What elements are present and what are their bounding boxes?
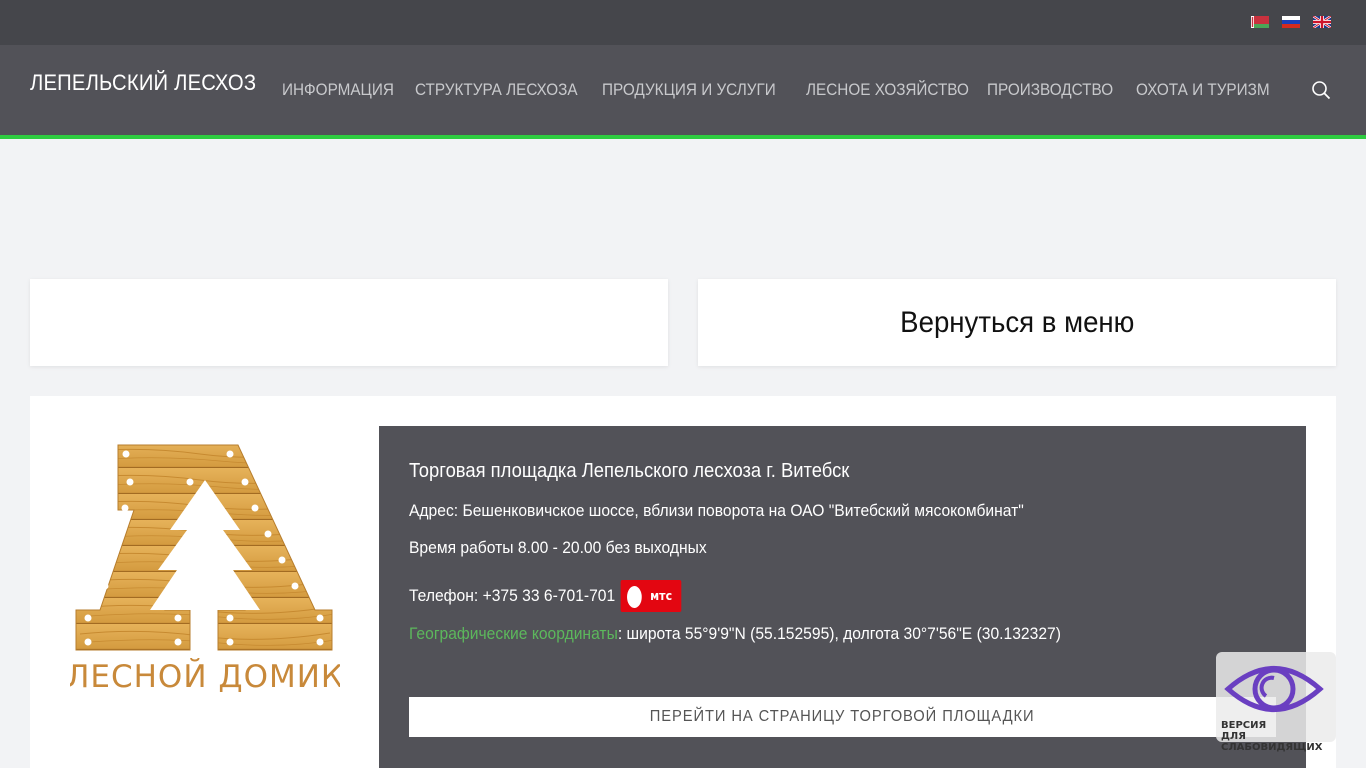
site-header: ЛЕПЕЛЬСКИЙ ЛЕСХОЗ ИНФОРМАЦИЯ СТРУКТУРА Л… (0, 45, 1366, 139)
nav-item-information[interactable]: ИНФОРМАЦИЯ (282, 80, 394, 100)
coordinates-text: : широта 55°9'9"N (55.152595), долгота 3… (617, 624, 1061, 643)
accessibility-label-line2: ДЛЯ СЛАБОВИДЯЩИХ (1221, 731, 1323, 753)
mts-logo: мтс (620, 580, 682, 612)
empty-card (30, 279, 668, 366)
nav-item-production[interactable]: ПРОИЗВОДСТВО (987, 80, 1113, 100)
logo-text: ЛЕСНОЙ ДОМИК (70, 659, 340, 694)
flag-belarus-icon[interactable] (1251, 16, 1269, 28)
nav-item-products[interactable]: ПРОДУКЦИЯ И УСЛУГИ (602, 80, 776, 100)
go-to-trading-site-button[interactable]: ПЕРЕЙТИ НА СТРАНИЦУ ТОРГОВОЙ ПЛОЩАДКИ (409, 697, 1276, 737)
flag-russia-icon[interactable] (1282, 16, 1300, 28)
accessibility-version-button[interactable]: ВЕРСИЯ ДЛЯ СЛАБОВИДЯЩИХ (1216, 652, 1336, 753)
address-text: Адрес: Бешенковичское шоссе, вблизи пово… (409, 501, 1024, 520)
site-title-link[interactable]: ЛЕПЕЛЬСКИЙ ЛЕСХОЗ (30, 70, 256, 96)
info-panel: Торговая площадка Лепельского лесхоза г.… (379, 426, 1306, 768)
go-to-trading-site-label: ПЕРЕЙТИ НА СТРАНИЦУ ТОРГОВОЙ ПЛОЩАДКИ (650, 708, 1035, 725)
trading-site-card: ЛЕСНОЙ ДОМИК Торговая площадка Лепельско… (30, 396, 1336, 768)
accessibility-label-line1: ВЕРСИЯ (1221, 720, 1267, 731)
phone-row: Телефон: +375 33 6-701-701 мтс (409, 580, 682, 612)
nav-item-hunting-tourism[interactable]: ОХОТА И ТУРИЗМ (1136, 80, 1270, 100)
back-to-menu-button[interactable]: Вернуться в меню (698, 279, 1336, 366)
phone-text: Телефон: +375 33 6-701-701 (409, 586, 616, 605)
search-icon[interactable] (1311, 80, 1331, 100)
accessibility-label: ВЕРСИЯ ДЛЯ СЛАБОВИДЯЩИХ (1221, 720, 1336, 753)
working-hours-text: Время работы 8.00 - 20.00 без выходных (409, 538, 707, 557)
coordinates-link[interactable]: Географические координаты (409, 624, 618, 643)
nav-item-structure[interactable]: СТРУКТУРА ЛЕСХОЗА (415, 80, 578, 100)
coordinates-row: Географические координаты: широта 55°9'9… (409, 624, 1061, 644)
top-bar (0, 0, 1366, 45)
flag-uk-icon[interactable] (1313, 16, 1331, 28)
mts-logo-text: мтс (650, 589, 673, 603)
eye-icon (1224, 666, 1324, 712)
trading-site-title: Торговая площадка Лепельского лесхоза г.… (409, 460, 850, 482)
lesnoy-domik-logo: ЛЕСНОЙ ДОМИК (70, 444, 340, 694)
nav-item-forestry[interactable]: ЛЕСНОЕ ХОЗЯЙСТВО (806, 80, 969, 100)
mts-egg-icon (627, 586, 642, 608)
back-to-menu-label: Вернуться в меню (899, 305, 1135, 339)
